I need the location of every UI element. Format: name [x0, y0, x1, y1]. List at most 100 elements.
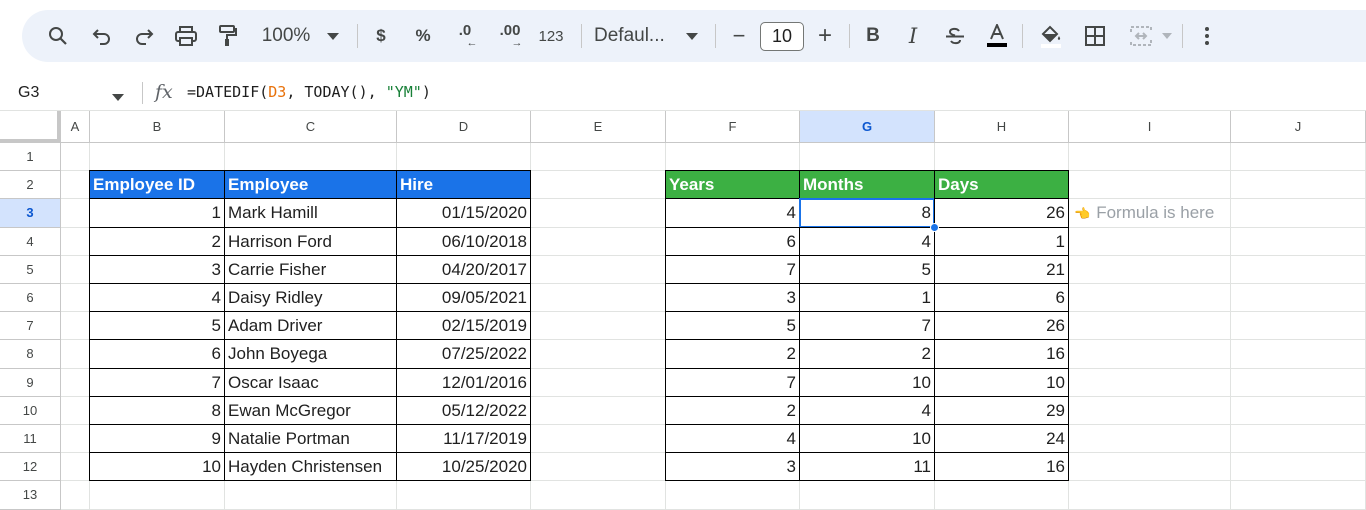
cell[interactable] [935, 143, 1069, 172]
cell[interactable] [1231, 199, 1366, 228]
table-cell[interactable]: 10/25/2020 [396, 452, 531, 482]
cell[interactable] [1069, 284, 1231, 313]
cell[interactable] [531, 199, 666, 228]
table-cell[interactable]: 4 [799, 226, 935, 256]
table-cell[interactable]: Oscar Isaac [224, 367, 397, 397]
table-cell[interactable]: 05/12/2022 [396, 395, 531, 425]
cell[interactable] [1231, 227, 1366, 256]
cell[interactable] [1231, 255, 1366, 284]
cell[interactable] [1231, 171, 1366, 200]
cell[interactable] [61, 255, 90, 284]
table-cell[interactable]: Adam Driver [224, 311, 397, 341]
cell[interactable] [531, 368, 666, 397]
table-cell[interactable]: 07/25/2022 [396, 339, 531, 369]
table-cell[interactable]: 04/20/2017 [396, 254, 531, 284]
cell[interactable] [531, 284, 666, 313]
cell[interactable] [531, 143, 666, 172]
table-header[interactable]: Years [665, 170, 800, 200]
table-cell[interactable]: 6 [665, 226, 800, 256]
table-cell[interactable]: 2 [799, 339, 935, 369]
table-cell[interactable]: 01/15/2020 [396, 198, 531, 228]
cell[interactable] [225, 143, 397, 172]
column-header-c[interactable]: C [225, 111, 397, 143]
table-cell[interactable]: 2 [665, 395, 800, 425]
table-cell[interactable]: 09/05/2021 [396, 283, 531, 313]
formula-input[interactable]: =DATEDIF(D3, TODAY(), "YM") [187, 74, 431, 111]
cell[interactable] [1069, 255, 1231, 284]
table-cell[interactable]: 10 [799, 367, 935, 397]
table-cell[interactable]: 06/10/2018 [396, 226, 531, 256]
cell[interactable] [397, 143, 531, 172]
cell[interactable] [935, 481, 1069, 510]
table-cell[interactable]: 26 [934, 198, 1069, 228]
table-cell[interactable]: 7 [665, 254, 800, 284]
table-cell[interactable]: 29 [934, 395, 1069, 425]
cell[interactable] [531, 227, 666, 256]
spreadsheet-grid[interactable]: A B C D E F G H I J 1 2 3 4 5 6 7 8 9 10 11 12 13 Employee ID Em… [0, 111, 1366, 510]
format-currency-button[interactable]: $ [366, 10, 396, 62]
table-cell[interactable]: Harrison Ford [224, 226, 397, 256]
cell[interactable] [397, 481, 531, 510]
table-cell[interactable]: 16 [934, 339, 1069, 369]
table-cell[interactable]: 1 [799, 283, 935, 313]
row-header-5[interactable]: 5 [0, 255, 61, 284]
table-cell[interactable]: John Boyega [224, 339, 397, 369]
table-cell[interactable]: 5 [89, 311, 225, 341]
cell[interactable] [1231, 396, 1366, 425]
column-header-g[interactable]: G [800, 111, 935, 143]
cell[interactable] [1069, 227, 1231, 256]
cell[interactable] [61, 396, 90, 425]
cell[interactable] [1231, 312, 1366, 341]
cell[interactable] [1231, 425, 1366, 454]
cell[interactable] [61, 171, 90, 200]
cell[interactable] [61, 143, 90, 172]
table-cell[interactable]: 26 [934, 311, 1069, 341]
table-cell[interactable]: 2 [89, 226, 225, 256]
table-cell[interactable]: 7 [665, 367, 800, 397]
cell[interactable] [61, 284, 90, 313]
cell[interactable] [800, 481, 935, 510]
cell[interactable] [61, 481, 90, 510]
cell[interactable] [61, 227, 90, 256]
cell[interactable] [531, 481, 666, 510]
table-cell[interactable]: 8 [89, 395, 225, 425]
table-cell[interactable]: Ewan McGregor [224, 395, 397, 425]
cell[interactable] [61, 199, 90, 228]
column-header-f[interactable]: F [666, 111, 800, 143]
row-header-10[interactable]: 10 [0, 396, 61, 425]
table-cell[interactable]: 5 [799, 254, 935, 284]
decrease-font-size-button[interactable]: − [724, 10, 754, 62]
column-header-b[interactable]: B [90, 111, 225, 143]
table-cell[interactable]: 4 [665, 424, 800, 454]
row-header-2[interactable]: 2 [0, 171, 61, 200]
increase-font-size-button[interactable]: + [810, 10, 840, 62]
format-percent-button[interactable]: % [408, 10, 438, 62]
cell[interactable] [1231, 340, 1366, 369]
annotation-note[interactable]: 👈 Formula is here [1071, 199, 1233, 228]
more-formats-button[interactable]: 123 [534, 10, 568, 62]
table-cell[interactable]: 2 [665, 339, 800, 369]
table-cell[interactable]: 3 [89, 254, 225, 284]
cell[interactable] [531, 453, 666, 482]
table-cell[interactable]: Natalie Portman [224, 424, 397, 454]
cell[interactable] [666, 481, 800, 510]
cell[interactable] [1231, 143, 1366, 172]
cell[interactable] [1069, 143, 1231, 172]
table-cell[interactable]: 9 [89, 424, 225, 454]
cell[interactable] [531, 340, 666, 369]
table-cell[interactable]: 11 [799, 452, 935, 482]
column-header-e[interactable]: E [531, 111, 666, 143]
table-cell[interactable]: 8 [799, 198, 935, 228]
table-cell[interactable]: 6 [89, 339, 225, 369]
paint-format-icon[interactable] [212, 10, 244, 62]
font-select[interactable]: Defaul... [594, 10, 670, 62]
undo-icon[interactable] [86, 10, 118, 62]
column-header-h[interactable]: H [935, 111, 1069, 143]
row-header-13[interactable]: 13 [0, 481, 61, 510]
cell[interactable] [61, 453, 90, 482]
cell[interactable] [531, 255, 666, 284]
cell[interactable] [1231, 453, 1366, 482]
cell[interactable] [1069, 340, 1231, 369]
cell[interactable] [61, 340, 90, 369]
name-box[interactable]: G3 [18, 74, 39, 111]
